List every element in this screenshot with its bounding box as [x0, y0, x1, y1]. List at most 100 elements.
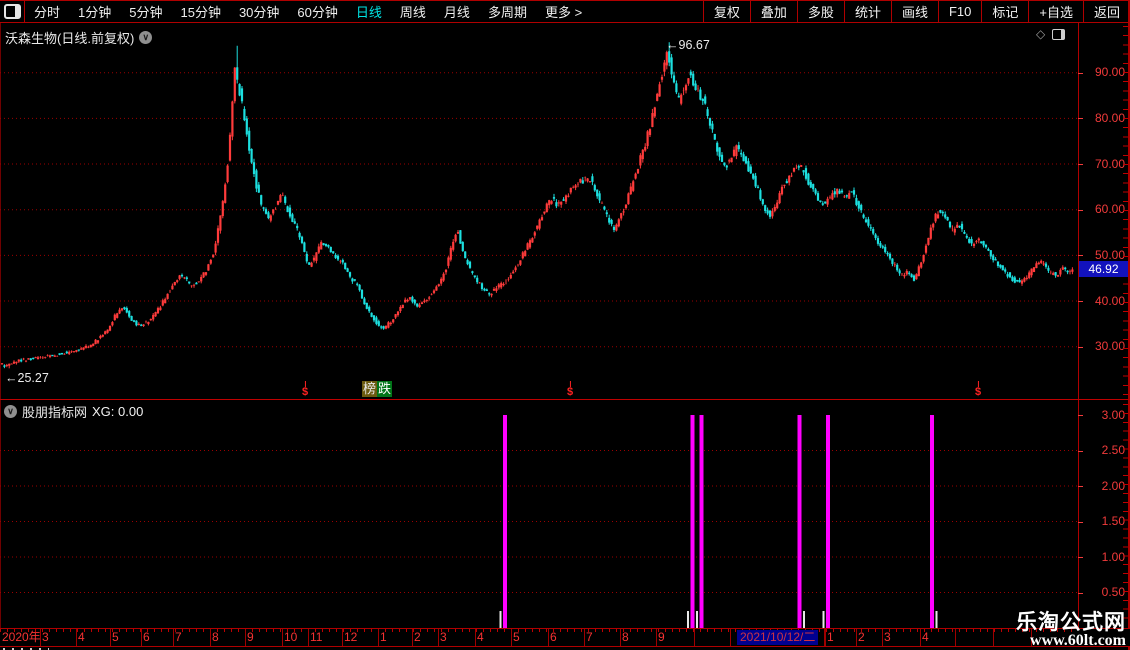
indicator-tick-label: 1.00	[1101, 549, 1125, 564]
indicator-tick-mark	[1078, 592, 1083, 594]
month-separator	[955, 629, 956, 646]
action-+自选[interactable]: +自选	[1028, 1, 1083, 22]
indicator-tick-label: 3.00	[1101, 407, 1125, 422]
month-separator	[584, 629, 585, 646]
top-toolbar: 分时 1分钟 5分钟 15分钟 30分钟 60分钟 日线 周线 月线 多周期 更多 > 复权 叠加 多股…	[0, 0, 1130, 23]
dividend-marker: $	[974, 381, 982, 398]
menu-item-1分钟[interactable]: 1分钟	[69, 2, 120, 21]
action-叠加[interactable]: 叠加	[749, 1, 797, 22]
month-label: 1	[380, 630, 387, 644]
month-label: 2	[414, 630, 421, 644]
month-label: 5	[112, 630, 119, 644]
month-label: 9	[658, 630, 665, 644]
menu-item-30分钟[interactable]: 30分钟	[230, 2, 288, 21]
indicator-tick-label: 2.00	[1101, 478, 1125, 493]
month-label: 5	[513, 630, 520, 644]
price-tick-label: 60.00	[1094, 202, 1125, 217]
rank-drop-badge: 榜 跌	[362, 381, 393, 397]
month-label: 11	[310, 630, 323, 644]
action-统计[interactable]: 统计	[843, 1, 891, 22]
menu-item-多周期[interactable]: 多周期	[479, 2, 536, 21]
month-separator	[730, 629, 731, 646]
month-separator	[438, 629, 439, 646]
menu-item-60分钟[interactable]: 60分钟	[288, 2, 346, 21]
month-separator	[76, 629, 77, 646]
action-画线[interactable]: 画线	[890, 1, 938, 22]
month-separator	[245, 629, 246, 646]
dollar-icon: $	[974, 386, 982, 398]
month-label: 8	[212, 630, 219, 644]
month-separator	[993, 629, 994, 646]
action-menu: 复权 叠加 多股 统计 画线 F10 标记 +自选 返回	[702, 1, 1130, 22]
price-tick-mark	[1078, 164, 1083, 166]
last-price-badge: 46.92	[1079, 261, 1128, 278]
indicator-value: XG: 0.00	[92, 404, 144, 419]
price-tick-label: 30.00	[1094, 339, 1125, 354]
low-price-label: ←25.27	[5, 371, 49, 385]
chevron-down-circle-icon[interactable]: ∨	[4, 405, 17, 418]
month-label: 2	[858, 630, 865, 644]
indicator-canvas[interactable]	[0, 400, 1078, 628]
indicator-tick-mark	[1078, 521, 1083, 523]
action-复权[interactable]: 复权	[702, 1, 750, 22]
price-tick-mark	[1078, 255, 1083, 257]
price-tick-mark	[1078, 346, 1083, 348]
date-axis[interactable]: 2020年 3 4 5 6 7 8 9 10 11 12 1 2 3 4 5 6 7 8 9 1 2 3 4 2021/10/1…	[0, 628, 1130, 647]
indicator-tick-label: 2.50	[1101, 443, 1125, 457]
price-tick-mark	[1078, 72, 1083, 74]
price-tick-label: 70.00	[1094, 156, 1125, 171]
rank-badge-char: 榜	[362, 381, 378, 397]
price-tick-mark	[1078, 118, 1083, 120]
date-minor-ticks	[0, 629, 1078, 632]
menu-item-日线[interactable]: 日线	[347, 2, 391, 21]
month-separator	[173, 629, 174, 646]
drop-badge-char: 跌	[377, 381, 393, 397]
action-F10[interactable]: F10	[937, 1, 981, 22]
menu-item-周线[interactable]: 周线	[391, 2, 435, 21]
dollar-icon: $	[566, 386, 574, 398]
menu-item-分时[interactable]: 分时	[25, 2, 69, 21]
price-tick-label: 40.00	[1094, 293, 1125, 308]
axis-minor-ticks-lower	[1123, 404, 1128, 625]
month-separator	[548, 629, 549, 646]
menu-item-5分钟[interactable]: 5分钟	[120, 2, 171, 21]
dividend-marker: $	[566, 381, 574, 398]
indicator-tick-label: 0.50	[1101, 585, 1125, 599]
month-label: 3	[440, 630, 447, 644]
price-tick-label: 80.00	[1094, 110, 1125, 125]
price-tick-mark	[1078, 209, 1083, 211]
month-separator	[342, 629, 343, 646]
month-label: 4	[477, 630, 484, 644]
month-label: 12	[344, 630, 358, 644]
month-label: 7	[586, 630, 593, 644]
window-layout-button[interactable]	[0, 1, 25, 22]
month-separator	[920, 629, 921, 646]
action-标记[interactable]: 标记	[981, 1, 1028, 22]
indicator-tick-mark	[1078, 557, 1083, 558]
menu-item-月线[interactable]: 月线	[435, 2, 479, 21]
month-label: 10	[284, 630, 298, 644]
indicator-tick-label: 1.50	[1101, 514, 1125, 528]
month-separator	[40, 629, 41, 646]
month-separator	[825, 629, 826, 646]
month-label: 7	[175, 630, 182, 644]
month-separator	[110, 629, 111, 646]
price-tick-mark	[1078, 301, 1083, 303]
app-window: 分时 1分钟 5分钟 15分钟 30分钟 60分钟 日线 周线 月线 多周期 更多 > 复权 叠加 多股…	[0, 0, 1130, 650]
indicator-tick-mark	[1078, 415, 1083, 416]
month-separator	[282, 629, 283, 646]
price-tick-label: 50.00	[1094, 247, 1125, 262]
action-多股[interactable]: 多股	[796, 1, 844, 22]
action-返回[interactable]: 返回	[1082, 1, 1130, 22]
month-label: 3	[42, 630, 49, 644]
month-separator	[620, 629, 621, 646]
month-separator	[378, 629, 379, 646]
candlestick-canvas[interactable]	[0, 23, 1078, 399]
month-separator	[824, 629, 825, 646]
month-separator	[856, 629, 857, 646]
month-label: 4	[78, 630, 85, 644]
watermark: 乐淘公式网 www.60lt.com	[1016, 612, 1126, 649]
menu-item-更多 >[interactable]: 更多 >	[536, 2, 591, 21]
month-separator	[882, 629, 883, 646]
menu-item-15分钟[interactable]: 15分钟	[171, 2, 229, 21]
